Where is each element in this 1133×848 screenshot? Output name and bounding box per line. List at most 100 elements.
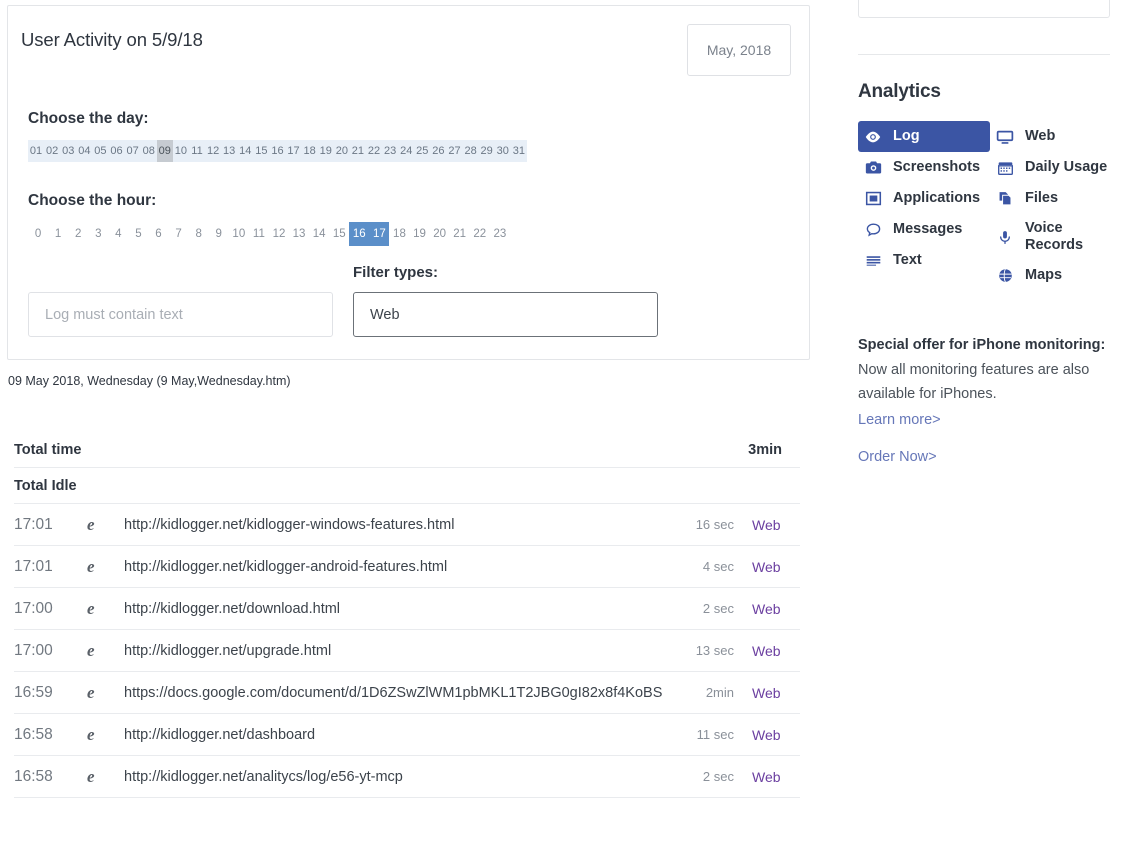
sidebar-item-screenshots[interactable]: Screenshots [858,152,990,183]
row-time: 16:58 [14,725,53,743]
sidebar-item-label: Files [1025,190,1059,207]
hour-cell-14[interactable]: 14 [309,222,329,246]
day-cell-27[interactable]: 27 [446,140,462,162]
day-cell-04[interactable]: 04 [76,140,92,162]
sidebar-item-voice-records[interactable]: Voice Records [990,214,1110,260]
row-type-link[interactable]: Web [752,769,800,785]
day-cell-06[interactable]: 06 [108,140,124,162]
day-cell-16[interactable]: 16 [269,140,285,162]
hour-cell-8[interactable]: 8 [189,222,209,246]
hour-selector[interactable]: 0 1 2 3 4 5 6 7 8 9 10 11 12 13 14 15 16 17 18 19 20 21 22 23 [28,222,510,246]
row-type-link[interactable]: Web [752,727,800,743]
hour-cell-18[interactable]: 18 [389,222,409,246]
day-cell-21[interactable]: 21 [350,140,366,162]
sidebar-item-label: Applications [893,190,981,207]
day-cell-17[interactable]: 17 [286,140,302,162]
hour-cell-19[interactable]: 19 [409,222,429,246]
day-cell-02[interactable]: 02 [44,140,60,162]
sidebar-item-log[interactable]: Log [858,121,990,152]
day-cell-26[interactable]: 26 [430,140,446,162]
day-selector[interactable]: 01 02 03 04 05 06 07 08 09 10 11 12 13 14 15 16 17 18 19 20… [28,140,527,162]
internet-explorer-icon: e [87,515,95,534]
hour-cell-22[interactable]: 22 [470,222,490,246]
hour-cell-15[interactable]: 15 [329,222,349,246]
day-cell-31[interactable]: 31 [511,140,527,162]
day-cell-13[interactable]: 13 [221,140,237,162]
day-cell-29[interactable]: 29 [479,140,495,162]
hour-cell-11[interactable]: 11 [249,222,269,246]
day-cell-15[interactable]: 15 [253,140,269,162]
table-row: 16:58 e http://kidlogger.net/analitycs/log… [14,756,800,798]
page-title: User Activity on 5/9/18 [21,29,203,50]
activity-log-table: Total time 3min Total Idle 17:01 e http://… [0,432,800,798]
hour-cell-21[interactable]: 21 [450,222,470,246]
sidebar-item-text[interactable]: Text [858,245,990,276]
hour-cell-13[interactable]: 13 [289,222,309,246]
sidebar-item-files[interactable]: Files [990,183,1110,214]
row-type-link[interactable]: Web [752,559,800,575]
table-row: 17:01 e http://kidlogger.net/kidlogger-win… [14,504,800,546]
row-type-link[interactable]: Web [752,517,800,533]
hour-cell-17[interactable]: 17 [369,222,390,246]
day-cell-30[interactable]: 30 [495,140,511,162]
order-now-link[interactable]: Order Now> [858,449,1110,465]
day-cell-24[interactable]: 24 [398,140,414,162]
day-cell-09[interactable]: 09 [156,140,173,162]
day-cell-07[interactable]: 07 [125,140,141,162]
day-cell-28[interactable]: 28 [463,140,479,162]
day-cell-01[interactable]: 01 [28,140,44,162]
sidebar-item-maps[interactable]: Maps [990,260,1110,291]
hour-cell-1[interactable]: 1 [48,222,68,246]
day-cell-08[interactable]: 08 [141,140,157,162]
day-cell-12[interactable]: 12 [205,140,221,162]
hour-cell-20[interactable]: 20 [430,222,450,246]
month-selector-button[interactable]: May, 2018 [687,24,791,76]
microphone-icon [996,228,1014,246]
day-cell-22[interactable]: 22 [366,140,382,162]
sidebar-item-messages[interactable]: Messages [858,214,990,245]
day-cell-23[interactable]: 23 [382,140,398,162]
hour-cell-3[interactable]: 3 [88,222,108,246]
row-url: http://kidlogger.net/download.html [124,600,341,617]
day-cell-19[interactable]: 19 [318,140,334,162]
row-type-link[interactable]: Web [752,643,800,659]
choose-day-label: Choose the day: [28,110,149,127]
hour-cell-6[interactable]: 6 [148,222,168,246]
camera-icon [864,159,882,177]
row-duration: 16 sec [695,517,734,532]
hour-cell-5[interactable]: 5 [128,222,148,246]
day-cell-10[interactable]: 10 [173,140,189,162]
hour-cell-2[interactable]: 2 [68,222,88,246]
day-cell-11[interactable]: 11 [189,140,205,162]
sidebar-item-daily-usage[interactable]: Daily Usage [990,152,1110,183]
table-row: 17:01 e http://kidlogger.net/kidlogger-and… [14,546,800,588]
search-input[interactable] [28,292,333,337]
row-duration: 13 sec [695,643,734,658]
sidebar-item-label: Text [893,252,922,269]
row-duration: 2 sec [702,601,734,616]
hour-cell-9[interactable]: 9 [209,222,229,246]
hour-cell-0[interactable]: 0 [28,222,48,246]
analytics-nav-column-right: Web Daily Usage Files Voice Records Maps [990,121,1110,291]
sidebar-item-applications[interactable]: Applications [858,183,990,214]
day-cell-18[interactable]: 18 [302,140,318,162]
row-type-link[interactable]: Web [752,601,800,617]
day-cell-03[interactable]: 03 [60,140,76,162]
day-cell-25[interactable]: 25 [414,140,430,162]
filter-types-select[interactable]: Web [353,292,658,337]
hour-cell-4[interactable]: 4 [108,222,128,246]
hour-cell-7[interactable]: 7 [169,222,189,246]
hour-cell-12[interactable]: 12 [269,222,289,246]
hour-cell-23[interactable]: 23 [490,222,510,246]
day-cell-20[interactable]: 20 [334,140,350,162]
hour-cell-16[interactable]: 16 [349,222,370,246]
day-cell-14[interactable]: 14 [237,140,253,162]
row-type-link[interactable]: Web [752,685,800,701]
learn-more-link[interactable]: Learn more> [858,412,1110,428]
calendar-icon [996,159,1014,177]
day-cell-05[interactable]: 05 [92,140,108,162]
hour-cell-10[interactable]: 10 [229,222,249,246]
sidebar-item-web[interactable]: Web [990,121,1110,152]
internet-explorer-icon: e [87,683,95,702]
globe-icon [996,267,1014,285]
